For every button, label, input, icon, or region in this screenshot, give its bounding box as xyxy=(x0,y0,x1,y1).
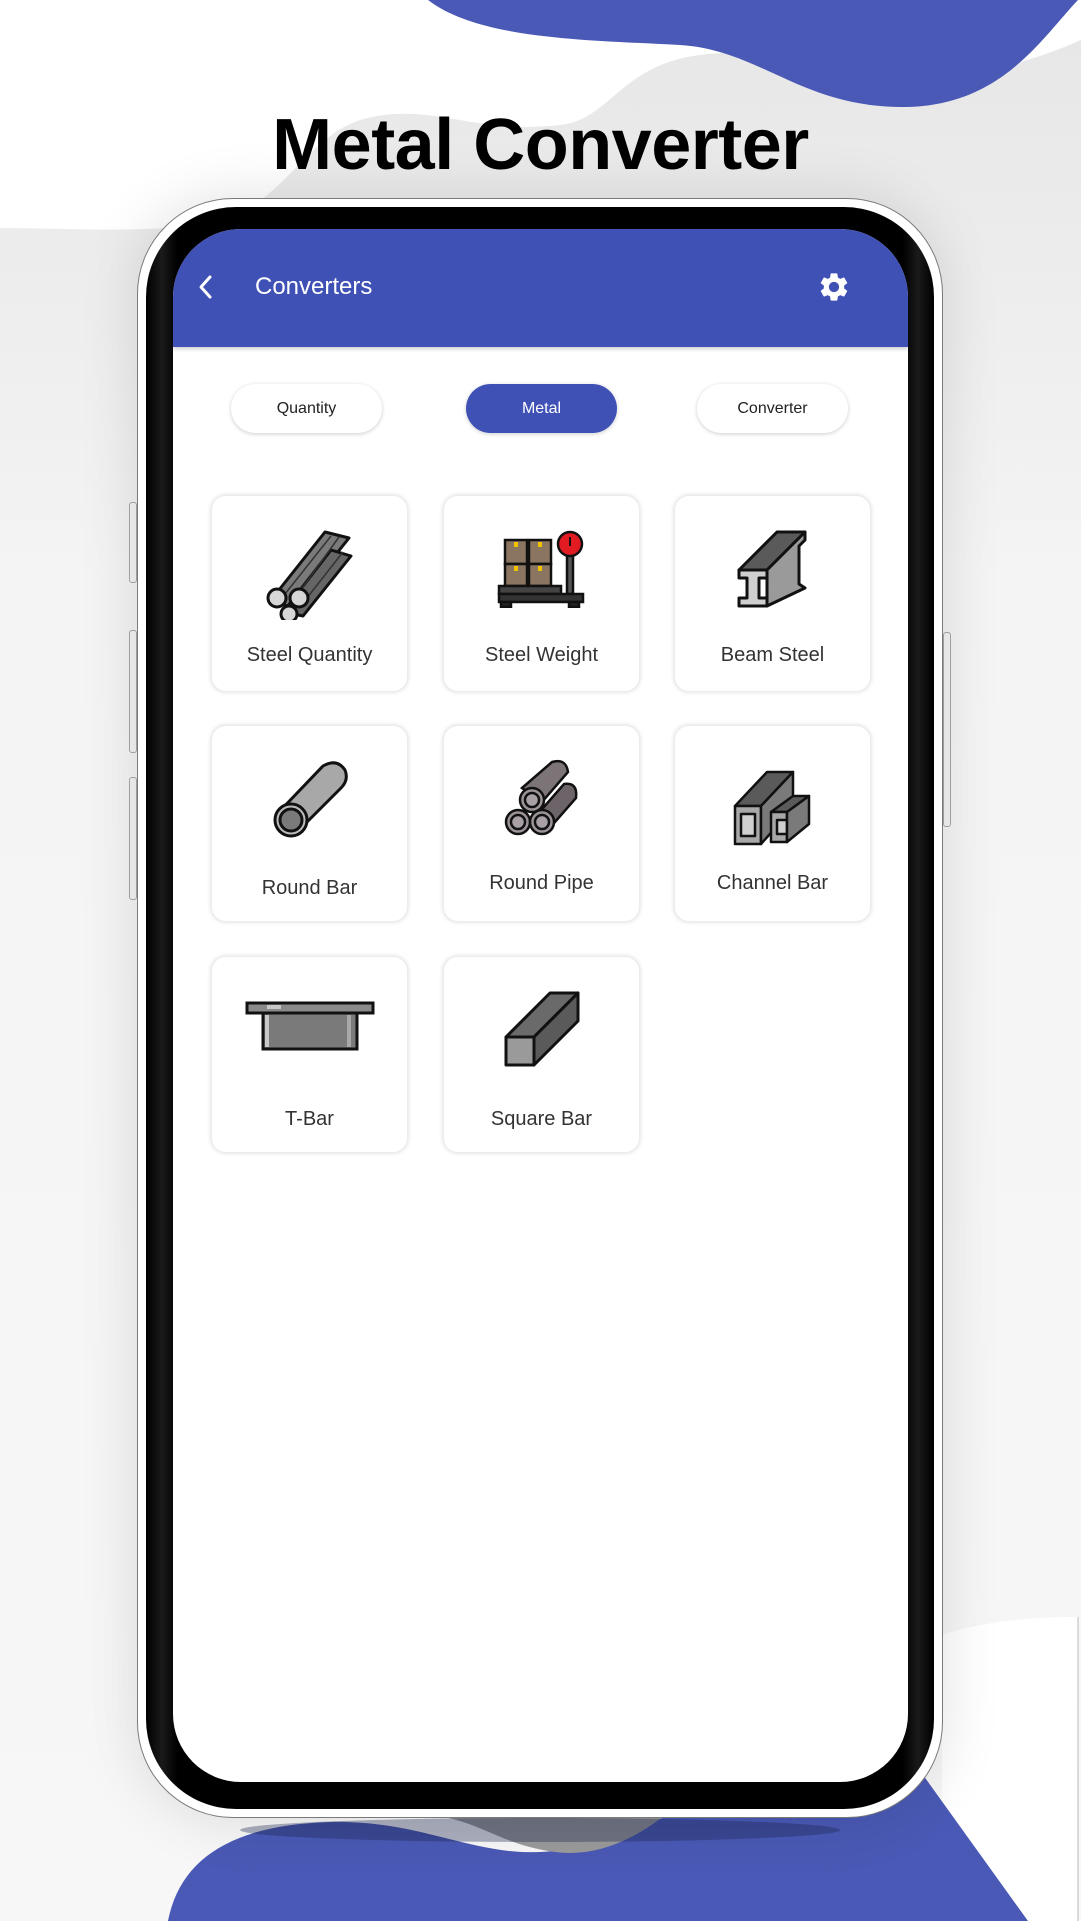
card-t-bar[interactable]: T-Bar xyxy=(211,956,408,1153)
round-pipes-icon xyxy=(504,759,577,836)
i-beam-icon xyxy=(737,530,806,608)
phone-side-button xyxy=(129,630,137,753)
card-label: Steel Weight xyxy=(484,644,599,666)
app-bar-title: Converters xyxy=(255,273,373,300)
tab-metal[interactable]: Metal xyxy=(466,384,617,433)
rebar-bundle-icon xyxy=(266,530,352,620)
weighing-scale-icon xyxy=(497,530,584,608)
square-bar-icon xyxy=(504,991,579,1067)
back-chevron-icon[interactable] xyxy=(195,274,217,300)
phone-side-button xyxy=(129,777,137,900)
card-label: Channel Bar xyxy=(716,872,829,894)
page-title: Metal Converter xyxy=(272,105,809,185)
card-round-bar[interactable]: Round Bar xyxy=(211,725,408,922)
phone-side-button xyxy=(943,632,951,827)
card-steel-quantity[interactable]: Steel Quantity xyxy=(211,495,408,692)
card-square-bar[interactable]: Square Bar xyxy=(443,956,640,1153)
tab-quantity[interactable]: Quantity xyxy=(231,384,382,433)
card-label: Square Bar xyxy=(490,1108,593,1130)
app-screen: Converters Quantity Metal Converter Stee… xyxy=(173,229,908,1782)
card-channel-bar[interactable]: Channel Bar xyxy=(674,725,871,922)
card-label: Round Bar xyxy=(261,877,358,899)
card-label: Round Pipe xyxy=(489,872,594,894)
card-steel-weight[interactable]: Steel Weight xyxy=(443,495,640,692)
card-label: Beam Steel xyxy=(720,644,825,666)
gear-icon[interactable] xyxy=(817,270,851,304)
tab-converter[interactable]: Converter xyxy=(697,384,848,433)
t-bar-icon xyxy=(245,1001,374,1051)
card-label: T-Bar xyxy=(285,1108,334,1130)
card-round-pipe[interactable]: Round Pipe xyxy=(443,725,640,922)
card-label: Steel Quantity xyxy=(246,644,373,666)
app-bar: Converters xyxy=(173,229,908,347)
card-beam-steel[interactable]: Beam Steel xyxy=(674,495,871,692)
round-bar-icon xyxy=(273,761,348,838)
channel-bar-icon xyxy=(733,770,810,846)
phone-side-button xyxy=(129,502,137,583)
